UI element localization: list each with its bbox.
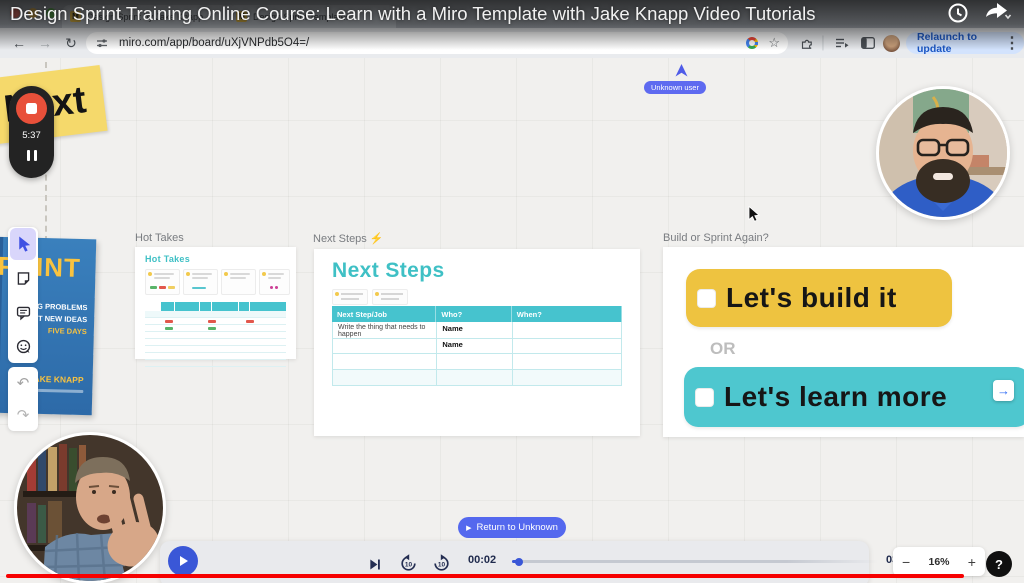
recording-widget: 5:37	[9, 86, 54, 178]
bookmark-star-icon[interactable]: ☆	[768, 35, 780, 51]
stickers-emoji-tool[interactable]	[10, 330, 36, 362]
instruction-card	[259, 269, 290, 295]
current-time: 00:02	[468, 554, 496, 566]
frame-label-hot-takes[interactable]: Hot Takes	[135, 232, 184, 244]
redo-icon[interactable]: ↷	[10, 400, 36, 430]
video-title: Design Sprint Training Online Course: Le…	[10, 3, 816, 25]
sticky-note-icon	[15, 270, 32, 287]
comment-tool[interactable]	[10, 296, 36, 328]
forward-10-button[interactable]: 10	[431, 553, 451, 575]
build-or-sprint-frame[interactable]: Let's build it OR Let's learn more →	[663, 247, 1024, 437]
reload-icon[interactable]: ↻	[60, 28, 82, 58]
svg-text:10: 10	[404, 562, 412, 569]
select-tool[interactable]	[10, 228, 36, 260]
recording-timer: 5:37	[22, 130, 41, 141]
hot-takes-table	[145, 302, 286, 367]
miro-canvas[interactable]: Next 5:37 SPRINT BIG PROBLEMS TEST NEW I…	[0, 58, 1024, 583]
zoom-out-button[interactable]: −	[902, 554, 910, 570]
webcam-presenter-bottom	[14, 432, 166, 583]
table-row: Write the thing that needs to happen Nam…	[332, 322, 622, 338]
frame-label-next-steps[interactable]: Next Steps ⚡	[313, 232, 384, 245]
address-bar[interactable]: miro.com/app/board/uXjVNPdb5O4=/ ☆	[86, 32, 788, 54]
cursor-chip-icon: ▶	[466, 524, 471, 532]
rewind-10-button[interactable]: 10	[398, 553, 418, 575]
url-text[interactable]: miro.com/app/board/uXjVNPdb5O4=/	[119, 37, 741, 49]
next-steps-title: Next Steps	[332, 259, 445, 283]
browser-toolbar: ← → ↻ miro.com/app/board/uXjVNPdb5O4=/ ☆…	[0, 28, 1024, 58]
table-header-row: Next Step/Job Who? When?	[332, 306, 622, 322]
profile-avatar[interactable]	[880, 28, 902, 58]
comment-icon	[15, 304, 32, 321]
column-header: Who?	[436, 306, 511, 322]
collaborator-name-badge: Unknown user	[644, 81, 706, 94]
checkbox[interactable]	[697, 289, 716, 308]
stop-recording-button[interactable]	[16, 93, 47, 124]
browser-menu-icon[interactable]: ⋮	[1004, 28, 1020, 58]
miro-toolbar	[8, 227, 38, 363]
instruction-card	[145, 269, 180, 295]
bolt-icon: ⚡	[370, 233, 384, 245]
help-button[interactable]: ?	[986, 551, 1012, 577]
seek-bar-knob[interactable]	[515, 558, 523, 566]
forward-icon[interactable]: →	[34, 28, 56, 58]
hot-takes-frame[interactable]: Hot Takes	[135, 247, 296, 359]
back-icon[interactable]: ←	[8, 28, 30, 58]
sticky-note-tool[interactable]	[10, 262, 36, 294]
table-row	[332, 370, 622, 386]
youtube-progress-bar[interactable]	[6, 574, 964, 578]
or-label: OR	[710, 339, 736, 359]
skip-next-button[interactable]	[365, 555, 383, 573]
google-icon[interactable]	[746, 37, 758, 49]
miro-history-panel: ↶ ↷	[8, 367, 38, 431]
instruction-card	[221, 269, 256, 295]
option-label: Let's learn more	[724, 381, 947, 413]
rewind-10-icon: 10	[399, 554, 418, 574]
open-link-arrow-button[interactable]: →	[993, 380, 1014, 401]
webcam-participant-top	[876, 86, 1010, 220]
hot-takes-title: Hot Takes	[145, 254, 190, 264]
lets-learn-more-option[interactable]: Let's learn more	[684, 367, 1024, 427]
option-label: Let's build it	[726, 282, 897, 314]
instruction-card	[332, 289, 368, 305]
table-row	[332, 354, 622, 370]
watch-later-icon[interactable]	[947, 2, 969, 29]
svg-text:10: 10	[437, 562, 445, 569]
return-to-user-button[interactable]: ▶ Return to Unknown	[458, 517, 566, 538]
emoji-sticker-icon	[15, 338, 32, 355]
mouse-cursor	[748, 206, 760, 227]
column-header: Next Step/Job	[332, 306, 436, 322]
zoom-level[interactable]: 16%	[928, 556, 949, 568]
forward-10-icon: 10	[432, 554, 451, 574]
collaborator-cursor-icon	[675, 64, 688, 82]
book-subtitle-line: BIG PROBLEMS	[29, 302, 87, 313]
book-subtitle-line: FIVE DAYS	[48, 326, 87, 336]
extensions-puzzle-icon[interactable]	[796, 28, 816, 58]
playlist-extension-icon[interactable]	[832, 28, 852, 58]
checkbox[interactable]	[695, 388, 714, 407]
pause-recording-button[interactable]	[27, 150, 37, 161]
lets-build-it-option[interactable]: Let's build it	[686, 269, 952, 327]
instruction-card	[372, 289, 408, 305]
skip-next-icon	[367, 557, 382, 572]
undo-icon[interactable]: ↶	[10, 368, 36, 398]
seek-bar[interactable]	[512, 560, 878, 563]
sidepanel-icon[interactable]	[858, 28, 878, 58]
frame-label-build[interactable]: Build or Sprint Again?	[663, 232, 769, 244]
play-icon	[177, 555, 189, 567]
column-header: When?	[512, 306, 622, 322]
instruction-card	[183, 269, 218, 295]
screenshot-root: M Design Sprint by Jake Knapp M Design S…	[0, 0, 1024, 583]
share-icon[interactable]	[983, 1, 1013, 30]
toolbar-divider: |	[820, 28, 826, 58]
zoom-control: − 16% +	[893, 547, 985, 576]
table-row: Name	[332, 338, 622, 354]
zoom-in-button[interactable]: +	[968, 554, 976, 570]
play-button[interactable]	[168, 546, 198, 576]
next-steps-table: Next Step/Job Who? When? Write the thing…	[332, 306, 622, 386]
cursor-icon	[15, 235, 32, 253]
next-steps-frame[interactable]: Next Steps Next Step/Job Who? When? Writ…	[314, 249, 640, 436]
site-settings-icon[interactable]	[96, 37, 108, 49]
